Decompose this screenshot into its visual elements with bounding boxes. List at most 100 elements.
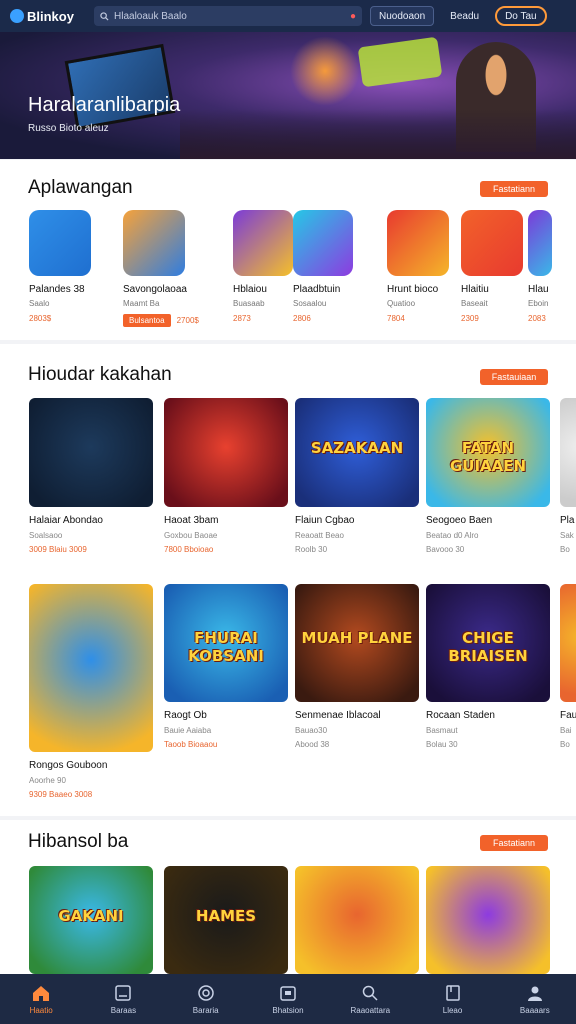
- game-price: Bo: [560, 740, 570, 749]
- app-name: Hlaitiu: [461, 284, 489, 295]
- game-thumbnail-title: CHIGE BRIAISEN: [448, 628, 528, 665]
- section-featured: Hioudar kakahan Fastauiaan Halaiar Abond…: [0, 344, 576, 816]
- hero-arcade-screen: [64, 43, 176, 131]
- nav-item-book[interactable]: Baraas: [91, 984, 155, 1015]
- game-name: Raogt Ob: [164, 710, 207, 721]
- game-thumbnail: [29, 398, 153, 507]
- game-name: Fau: [560, 710, 576, 721]
- game-thumbnail: [560, 398, 576, 507]
- app-tile[interactable]: Plaadbtuin Sosaalou 2806: [293, 210, 363, 323]
- game-price: Roolb 30: [295, 545, 328, 554]
- game-card[interactable]: [426, 866, 550, 974]
- game-meta: Sak: [560, 531, 574, 540]
- nav-label: Bhatsion: [272, 1005, 304, 1015]
- app-meta: Maamt Ba: [123, 299, 160, 308]
- see-all-button[interactable]: Fastatiann: [480, 181, 548, 197]
- game-meta: Basmaut: [426, 726, 458, 735]
- search-bar[interactable]: ●: [94, 6, 362, 26]
- hero-crowd: [180, 109, 576, 159]
- game-meta: Bai: [560, 726, 572, 735]
- game-card[interactable]: Haoat 3bam Goxbou Baoae 7800 Bboioao: [164, 398, 288, 554]
- notifications-button[interactable]: Nuodoaon: [370, 6, 435, 26]
- game-card[interactable]: [295, 866, 419, 974]
- nav-item-library[interactable]: Lleao: [421, 984, 485, 1015]
- game-thumbnail-title: FHURAI KOBSANI: [188, 628, 264, 665]
- app-price: 2309: [461, 314, 479, 323]
- game-name: Senmenae Iblacoal: [295, 710, 381, 721]
- nav-label: Bararia: [192, 1005, 219, 1015]
- nav-item-profile[interactable]: Baaaars: [503, 984, 567, 1015]
- game-name: Rocaan Staden: [426, 710, 495, 721]
- microphone-icon[interactable]: ●: [350, 11, 356, 22]
- app-icon: [293, 210, 353, 276]
- bag-icon: [278, 984, 298, 1002]
- book-icon: [113, 984, 133, 1002]
- game-card[interactable]: HAMES: [164, 866, 288, 974]
- search-input[interactable]: [114, 10, 345, 22]
- game-thumbnail: GAKANI: [29, 866, 153, 974]
- app-price: 2873: [233, 314, 251, 323]
- app-tile[interactable]: Palandes 38 Saalo 2803$: [29, 210, 99, 323]
- app-icon: [29, 210, 91, 276]
- game-thumbnail-title: MUAH PLANE: [301, 628, 413, 647]
- game-card[interactable]: GAKANI: [29, 866, 153, 974]
- app-tile[interactable]: Hlaitiu Baseait 2309: [461, 210, 531, 323]
- search-icon: [100, 11, 109, 21]
- game-price: 9309 Baaeo 3008: [29, 790, 93, 799]
- app-name: Savongolaoaa: [123, 284, 187, 295]
- nav-label: Baaaars: [519, 1005, 550, 1015]
- game-thumbnail: [295, 866, 419, 974]
- app-price-row: 2806: [293, 314, 363, 323]
- hero-neon-sign: [357, 36, 443, 88]
- app-price: 2083: [528, 314, 546, 323]
- see-all-button[interactable]: Fastatiann: [480, 835, 548, 851]
- game-price: Bo: [560, 545, 570, 554]
- game-card[interactable]: Halaiar Abondao Soalsaoo 3009 Blaiu 3009: [29, 398, 153, 554]
- app-icon: [528, 210, 552, 276]
- compass-icon: [196, 984, 216, 1002]
- game-meta: Soalsaoo: [29, 531, 63, 540]
- app-icon: [123, 210, 185, 276]
- app-price-row: Bulsantoa 2700$: [123, 314, 199, 327]
- app-tile[interactable]: Hlau Eboin 2083: [528, 210, 576, 323]
- nav-item-compass[interactable]: Bararia: [174, 984, 238, 1015]
- game-thumbnail: SAZAKAAN: [295, 398, 419, 507]
- game-card[interactable]: FATAN GUIAAEN Seogoeo Baen Beatao d0 Alro B…: [426, 398, 550, 554]
- install-button[interactable]: Bulsantoa: [123, 314, 171, 327]
- game-card[interactable]: Fau Bai Bo: [560, 584, 576, 749]
- app-meta: Quatioo: [387, 299, 416, 308]
- game-meta: Reaoatt Beao: [295, 531, 344, 540]
- nav-label: Baraas: [110, 1005, 137, 1015]
- game-price: 3009 Blaiu 3009: [29, 545, 87, 554]
- search-icon: [360, 984, 380, 1002]
- nav-item-home[interactable]: Haatio: [9, 984, 73, 1015]
- logo-icon: [10, 9, 24, 23]
- game-price: Abood 38: [295, 740, 330, 749]
- app-tile[interactable]: Hrunt bioco Quatioo 7804: [387, 210, 457, 323]
- game-card[interactable]: Pla Sak Bo: [560, 398, 576, 554]
- app-tile[interactable]: Savongolaoaa Maamt Ba Bulsantoa 2700$: [123, 210, 199, 327]
- app-logo[interactable]: Blinkoy: [10, 9, 86, 24]
- help-button[interactable]: Beadu: [442, 6, 487, 26]
- game-card[interactable]: FHURAI KOBSANI Raogt Ob Bauie Aaiaba Taoob …: [164, 584, 288, 749]
- game-thumbnail-title: FATAN GUIAAEN: [449, 439, 527, 476]
- nav-item-bag[interactable]: Bhatsion: [256, 984, 320, 1015]
- game-thumbnail-title: SAZAKAAN: [310, 439, 404, 458]
- game-thumbnail-title: HAMES: [195, 907, 257, 926]
- hero-banner[interactable]: Haralaranlibarpia Russo Bioto aleuz: [0, 32, 576, 159]
- game-card[interactable]: CHIGE BRIAISEN Rocaan Staden Basmaut Bolau …: [426, 584, 550, 749]
- game-card[interactable]: SAZAKAAN Flaiun Cgbao Reaoatt Beao Roolb 30: [295, 398, 419, 554]
- app-price-row: 2803$: [29, 314, 99, 323]
- app-meta: Saalo: [29, 299, 50, 308]
- section-title: Hibansol ba: [28, 831, 129, 852]
- game-thumbnail: [29, 584, 153, 752]
- game-card[interactable]: Rongos Gouboon Aoorhe 90 9309 Baaeo 3008: [29, 584, 153, 799]
- app-price: 2803$: [29, 314, 52, 323]
- nav-item-search[interactable]: Raaoattara: [338, 984, 402, 1015]
- sign-in-button[interactable]: Do Tau: [495, 6, 547, 26]
- app-name: Hlau: [528, 284, 549, 295]
- game-card[interactable]: MUAH PLANE Senmenae Iblacoal Bauao30 Abood …: [295, 584, 419, 749]
- see-all-button[interactable]: Fastauiaan: [480, 369, 548, 385]
- nav-label: Haatio: [29, 1005, 53, 1015]
- game-price: Taoob Bioaaou: [164, 740, 218, 749]
